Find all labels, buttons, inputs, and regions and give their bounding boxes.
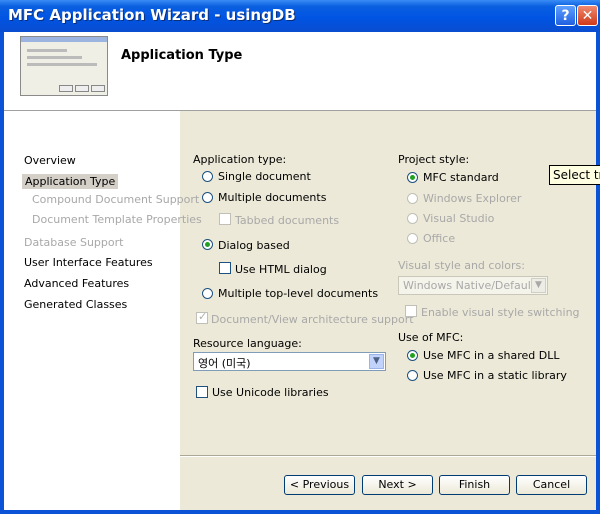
chevron-down-icon[interactable]: ▼ xyxy=(369,354,384,369)
wizard-header: Application Type xyxy=(4,32,596,111)
sidebar-item-document-template-properties: Document Template Properties xyxy=(32,213,202,226)
visual-studio-label: Visual Studio xyxy=(423,212,495,225)
use-unicode-checkbox[interactable] xyxy=(196,386,208,398)
mfc-standard-label[interactable]: MFC standard xyxy=(423,171,499,184)
cancel-button[interactable]: Cancel xyxy=(516,475,587,495)
button-divider xyxy=(180,455,596,457)
visual-style-switching-checkbox xyxy=(405,305,417,317)
single-document-radio[interactable] xyxy=(202,171,213,182)
resource-language-value: 영어 (미국) xyxy=(198,357,251,370)
wizard-client: Application Type Overview Application Ty… xyxy=(4,32,596,510)
project-style-label: Project style: xyxy=(398,153,470,166)
multiple-top-level-radio[interactable] xyxy=(202,288,213,299)
sidebar-item-user-interface-features[interactable]: User Interface Features xyxy=(24,256,153,269)
sidebar-item-compound-document-support: Compound Document Support xyxy=(32,193,200,206)
multiple-documents-radio[interactable] xyxy=(202,192,213,203)
dialog-based-radio[interactable] xyxy=(202,239,213,250)
mfc-standard-radio[interactable] xyxy=(407,172,418,183)
finish-button[interactable]: Finish xyxy=(439,475,510,495)
use-html-dialog-label[interactable]: Use HTML dialog xyxy=(235,263,327,276)
resource-language-select[interactable]: 영어 (미국) ▼ xyxy=(193,352,386,371)
single-document-label[interactable]: Single document xyxy=(218,170,311,183)
visual-style-label: Visual style and colors: xyxy=(398,259,525,272)
mfc-static-library-label[interactable]: Use MFC in a static library xyxy=(423,369,567,382)
use-of-mfc-label: Use of MFC: xyxy=(398,331,464,344)
help-button[interactable]: ? xyxy=(555,5,576,26)
sidebar-item-application-type[interactable]: Application Type xyxy=(22,174,119,189)
resource-language-label: Resource language: xyxy=(193,337,302,350)
use-html-dialog-checkbox[interactable] xyxy=(219,262,231,274)
wizard-content: Application type: Single document Multip… xyxy=(180,111,596,510)
use-unicode-label[interactable]: Use Unicode libraries xyxy=(212,386,329,399)
visual-style-value: Windows Native/Default xyxy=(403,279,536,292)
windows-explorer-label: Windows Explorer xyxy=(423,192,522,205)
close-button[interactable]: ✕ xyxy=(577,5,598,26)
next-button[interactable]: Next > xyxy=(362,475,433,495)
sidebar-item-advanced-features[interactable]: Advanced Features xyxy=(24,277,129,290)
sidebar-item-database-support: Database Support xyxy=(24,236,124,249)
visual-style-select: Windows Native/Default ▼ xyxy=(398,276,548,295)
mfc-static-library-radio[interactable] xyxy=(407,370,418,381)
windows-explorer-radio xyxy=(407,193,418,204)
chevron-down-icon: ▼ xyxy=(531,278,546,293)
application-type-label: Application type: xyxy=(193,153,287,166)
dialog-based-label[interactable]: Dialog based xyxy=(218,239,290,252)
visual-studio-radio xyxy=(407,213,418,224)
sidebar-item-overview[interactable]: Overview xyxy=(24,154,76,167)
sidebar-item-generated-classes[interactable]: Generated Classes xyxy=(24,298,127,311)
dialog-preview-icon xyxy=(20,36,108,96)
visual-style-switching-label: Enable visual style switching xyxy=(421,306,580,319)
tooltip: Select tra xyxy=(549,165,600,185)
page-title: Application Type xyxy=(121,48,243,63)
multiple-documents-label[interactable]: Multiple documents xyxy=(218,191,326,204)
wizard-sidebar: Overview Application Type Compound Docum… xyxy=(4,111,202,510)
office-label: Office xyxy=(423,232,456,245)
multiple-top-level-label[interactable]: Multiple top-level documents xyxy=(218,287,378,300)
office-radio xyxy=(407,233,418,244)
wizard-window: MFC Application Wizard - usingDB ? ✕ App… xyxy=(0,0,600,514)
tabbed-documents-checkbox xyxy=(219,213,231,225)
mfc-shared-dll-radio[interactable] xyxy=(407,350,418,361)
tabbed-documents-label: Tabbed documents xyxy=(235,214,340,227)
document-view-label: Document/View architecture support xyxy=(211,313,414,326)
title-bar[interactable]: MFC Application Wizard - usingDB ? ✕ xyxy=(0,0,600,32)
mfc-shared-dll-label[interactable]: Use MFC in a shared DLL xyxy=(423,349,560,362)
window-title: MFC Application Wizard - usingDB xyxy=(8,6,296,24)
document-view-checkbox xyxy=(196,310,208,324)
previous-button[interactable]: < Previous xyxy=(284,475,355,495)
